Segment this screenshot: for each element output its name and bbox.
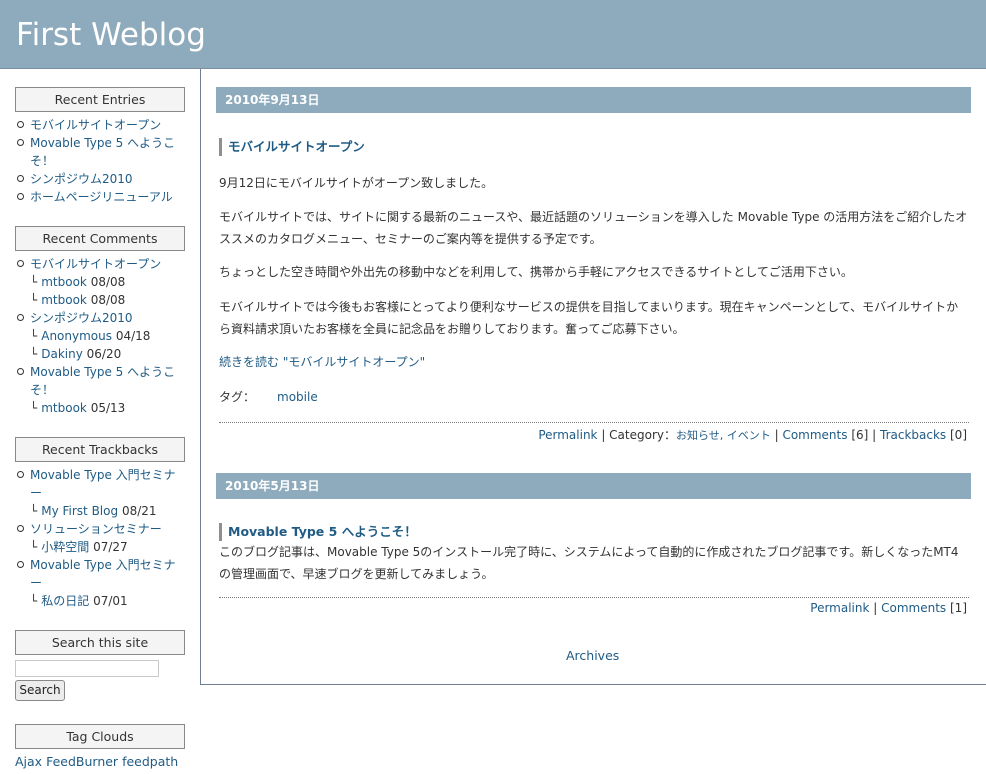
list-item: Movable Type 入門セミナー [17, 556, 180, 592]
archives-link[interactable]: Archives [566, 648, 619, 663]
recent-entries-list: モバイルサイトオープン Movable Type 5 へようこそ！ シンポジウム… [17, 116, 180, 206]
comment-entry-link[interactable]: モバイルサイトオープン [30, 257, 161, 271]
comment-entry-link[interactable]: シンポジウム2010 [30, 311, 133, 325]
comments-link[interactable]: Comments [782, 428, 847, 442]
post-date-header: 2010年5月13日 [216, 473, 971, 499]
list-item: ソリューションセミナー [17, 520, 180, 538]
trackback-source-link[interactable]: 小粋空間 [41, 540, 89, 554]
recent-entry-link[interactable]: モバイルサイトオープン [30, 118, 161, 132]
read-more-link[interactable]: 続きを読む "モバイルサイトオープン" [219, 355, 425, 369]
recent-comments-heading: Recent Comments [15, 226, 185, 251]
comment-date: 04/18 [115, 329, 151, 343]
tag-link[interactable]: FeedBurner [46, 754, 118, 769]
post-title-link[interactable]: モバイルサイトオープン [219, 138, 365, 156]
search-button[interactable]: Search [15, 680, 65, 701]
search-input[interactable] [15, 660, 159, 677]
comment-author-link[interactable]: mtbook [41, 275, 87, 289]
comment-item: └ Dakiny 06/20 [30, 347, 122, 361]
trackback-source-link[interactable]: My First Blog [41, 504, 118, 518]
comment-entry-link[interactable]: Movable Type 5 へようこそ！ [30, 365, 175, 397]
comment-date: 06/20 [86, 347, 122, 361]
comment-item: └ mtbook 05/13 [30, 401, 126, 415]
permalink-link[interactable]: Permalink [538, 428, 597, 442]
comment-author-link[interactable]: Anonymous [41, 329, 112, 343]
list-item: Movable Type 5 へようこそ！ [17, 134, 180, 170]
post-paragraph: ちょっとした空き時間や外出先の移動中などを利用して、携帯から手軽にアクセスできる… [219, 265, 853, 279]
trackback-date: 08/21 [121, 504, 157, 518]
post-tags-row: タグ： mobile [219, 386, 969, 408]
recent-trackbacks-list: Movable Type 入門セミナー └ My First Blog 08/21… [17, 466, 180, 610]
comment-item: └ mtbook 08/08 [30, 275, 126, 289]
post-meta: Permalink | Comments [1] [810, 601, 967, 615]
trackback-entry-link[interactable]: Movable Type 入門セミナー [30, 468, 176, 500]
post-meta: Permalink | Category：お知らせ, イベント | Commen… [538, 428, 967, 442]
post-title-link[interactable]: Movable Type 5 へようこそ！ [219, 523, 417, 541]
trackback-item: └ 小粋空間 07/27 [30, 540, 128, 554]
tag-link-mobile[interactable]: mobile [277, 390, 318, 404]
list-item: ホームページリニューアル [17, 188, 180, 206]
comments-count: [6] [851, 428, 869, 442]
search-heading: Search this site [15, 630, 185, 655]
recent-entry-link[interactable]: Movable Type 5 へようこそ！ [30, 136, 175, 168]
list-item: Movable Type 5 へようこそ！ [17, 363, 180, 399]
trackbacks-count: [0] [950, 428, 967, 442]
comment-author-link[interactable]: mtbook [41, 401, 87, 415]
comments-link[interactable]: Comments [881, 601, 946, 615]
tag-cloud: Ajax FeedBurner feedpath [15, 754, 178, 769]
trackback-item: └ 私の日記 07/01 [30, 594, 128, 608]
comment-author-link[interactable]: Dakiny [41, 347, 83, 361]
trackback-source-link[interactable]: 私の日記 [41, 594, 89, 608]
recent-comments-list: モバイルサイトオープン └ mtbook 08/08 └ mtbook 08/08 … [17, 255, 180, 417]
post-paragraph: このブログ記事は、Movable Type 5のインストール完了時に、システムに… [219, 545, 959, 581]
comment-date: 08/08 [90, 293, 126, 307]
tag-link[interactable]: feedpath [122, 754, 178, 769]
recent-entry-link[interactable]: シンポジウム2010 [30, 172, 133, 186]
post-divider [219, 422, 969, 423]
trackback-date: 07/01 [93, 594, 128, 608]
list-item: シンポジウム2010 [17, 170, 180, 188]
recent-trackbacks-heading: Recent Trackbacks [15, 437, 185, 462]
comment-date: 08/08 [90, 275, 126, 289]
trackback-entry-link[interactable]: ソリューションセミナー [30, 522, 162, 536]
list-item: モバイルサイトオープン [17, 116, 180, 134]
trackback-entry-link[interactable]: Movable Type 入門セミナー [30, 558, 176, 590]
list-item: シンポジウム2010 [17, 309, 180, 327]
comments-count: [1] [950, 601, 967, 615]
recent-entries-heading: Recent Entries [15, 87, 185, 112]
category-link[interactable]: お知らせ, イベント [676, 429, 771, 442]
trackbacks-link[interactable]: Trackbacks [880, 428, 946, 442]
list-item: モバイルサイトオープン [17, 255, 180, 273]
post-paragraph: モバイルサイトでは、サイトに関する最新のニュースや、最近話題のソリューションを導… [219, 210, 968, 246]
comment-item: └ mtbook 08/08 [30, 293, 126, 307]
tag-link[interactable]: Ajax [15, 754, 42, 769]
post-divider [219, 597, 969, 598]
trackback-date: 07/27 [93, 540, 128, 554]
post-date-header: 2010年9月13日 [216, 87, 971, 113]
post-paragraph: モバイルサイトでは今後もお客様にとってより便利なサービスの提供を目指してまいりま… [219, 300, 959, 336]
comment-date: 05/13 [90, 401, 126, 415]
category-label: Category： [609, 428, 676, 442]
read-more-row: 続きを読む "モバイルサイトオープン" [219, 351, 969, 373]
main-content: 2010年9月13日 モバイルサイトオープン 9月12日にモバイルサイトがオープ… [200, 69, 986, 685]
trackback-item: └ My First Blog 08/21 [30, 504, 157, 518]
recent-entry-link[interactable]: ホームページリニューアル [30, 190, 173, 204]
tag-clouds-heading: Tag Clouds [15, 724, 185, 749]
comment-item: └ Anonymous 04/18 [30, 329, 151, 343]
tags-label: タグ： [219, 390, 256, 404]
blog-header: First Weblog [0, 0, 986, 68]
permalink-link[interactable]: Permalink [810, 601, 869, 615]
list-item: Movable Type 入門セミナー [17, 466, 180, 502]
blog-title-link[interactable]: First Weblog [16, 16, 206, 54]
post-paragraph: 9月12日にモバイルサイトがオープン致しました。 [219, 176, 494, 190]
comment-author-link[interactable]: mtbook [41, 293, 87, 307]
